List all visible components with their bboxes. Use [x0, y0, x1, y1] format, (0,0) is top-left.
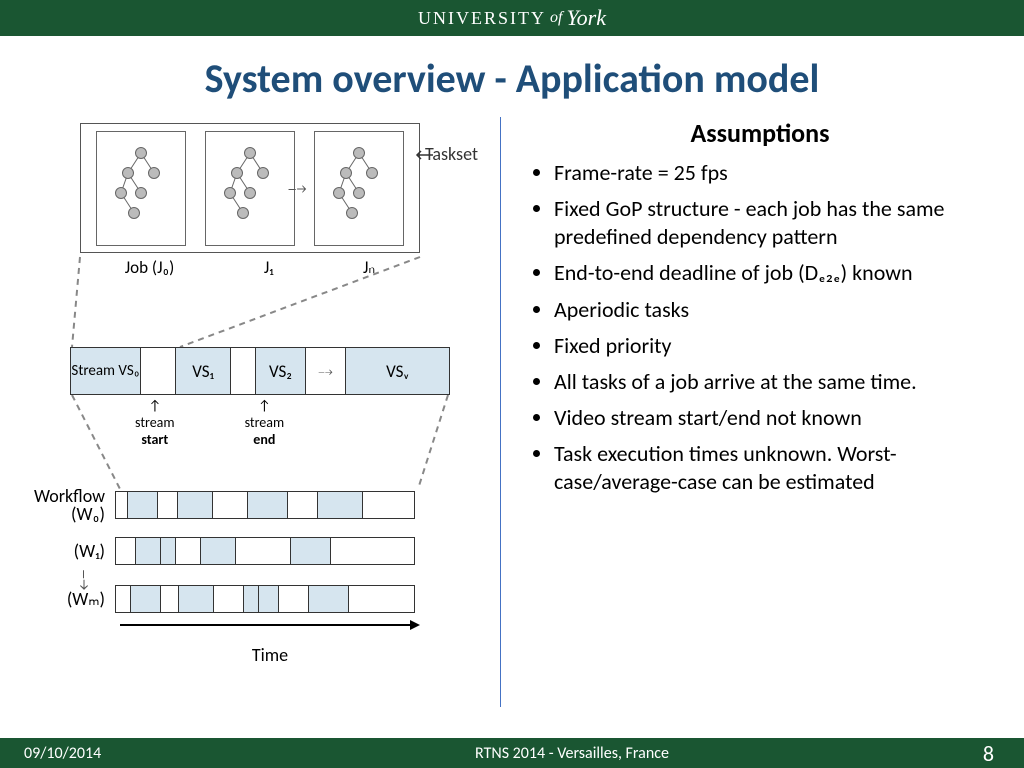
slide-content: ⤍ Taskset Job (J₀) J₁ Jₙ Stream VS₀ VS₁ … — [0, 117, 1024, 757]
list-item: Fixed priority — [554, 332, 994, 360]
taskset-arrow-icon — [415, 149, 435, 161]
job-ellipsis-arrow: ⤍ — [288, 177, 305, 199]
list-item: Task execution times unknown. Worst-case… — [554, 440, 994, 496]
taskset-container — [80, 123, 420, 253]
of-text: of — [550, 9, 562, 27]
slide-title: System overview - Application model — [0, 54, 1024, 103]
workflow-ellipsis-icon: ⤍ — [72, 570, 96, 589]
workflow-label: (W₁) — [20, 540, 115, 562]
workflow-label: (Wₘ) — [20, 588, 115, 610]
stream-cell: VS₂ — [256, 348, 306, 394]
time-label: Time — [120, 644, 420, 666]
workflow-area: Workflow (W₀) (W₁) ⤍ (Wₘ) — [20, 487, 480, 627]
vertical-divider — [500, 117, 501, 707]
stream-cell: VSᵥ — [346, 348, 449, 394]
job-label: Jₙ — [363, 257, 375, 278]
stream-cell: VS₁ — [176, 348, 231, 394]
job-box — [314, 131, 404, 246]
list-item: Video stream start/end not known — [554, 404, 994, 432]
job-box — [205, 131, 295, 246]
time-axis: Time — [120, 617, 420, 666]
stream-annotations: streamstart streamend — [135, 397, 284, 448]
workflow-bar — [115, 491, 415, 519]
assumptions-heading: Assumptions — [526, 117, 994, 149]
job-labels: Job (J₀) J₁ Jₙ — [80, 257, 420, 278]
job-box — [96, 131, 186, 246]
job-label: J₁ — [264, 257, 274, 278]
footer-date: 09/10/2014 — [0, 744, 200, 763]
workflow-bar — [115, 585, 415, 613]
university-text: UNIVERSITY — [418, 8, 546, 29]
diagram-panel: ⤍ Taskset Job (J₀) J₁ Jₙ Stream VS₀ VS₁ … — [20, 117, 490, 757]
footer-page: 8 — [944, 740, 1024, 767]
workflow-label: Workflow (W₀) — [20, 487, 115, 523]
stream-cell: Stream VS₀ — [71, 348, 141, 394]
footer-venue: RTNS 2014 - Versailles, France — [200, 744, 944, 763]
list-item: All tasks of a job arrive at the same ti… — [554, 368, 994, 396]
assumptions-panel: Assumptions Frame-rate = 25 fps Fixed Go… — [511, 117, 994, 757]
york-text: York — [566, 5, 606, 31]
assumptions-list: Frame-rate = 25 fps Fixed GoP structure … — [526, 159, 994, 497]
list-item: Fixed GoP structure - each job has the s… — [554, 195, 994, 251]
workflow-bar — [115, 537, 415, 565]
list-item: End-to-end deadline of job (Dₑ₂ₑ) known — [554, 259, 994, 287]
stream-row: Stream VS₀ VS₁ VS₂ ⤍ VSᵥ — [70, 347, 450, 395]
job-label: Job (J₀) — [125, 257, 175, 278]
header-bar: UNIVERSITY of York — [0, 0, 1024, 36]
footer-bar: 09/10/2014 RTNS 2014 - Versailles, Franc… — [0, 738, 1024, 768]
list-item: Frame-rate = 25 fps — [554, 159, 994, 187]
list-item: Aperiodic tasks — [554, 296, 994, 324]
